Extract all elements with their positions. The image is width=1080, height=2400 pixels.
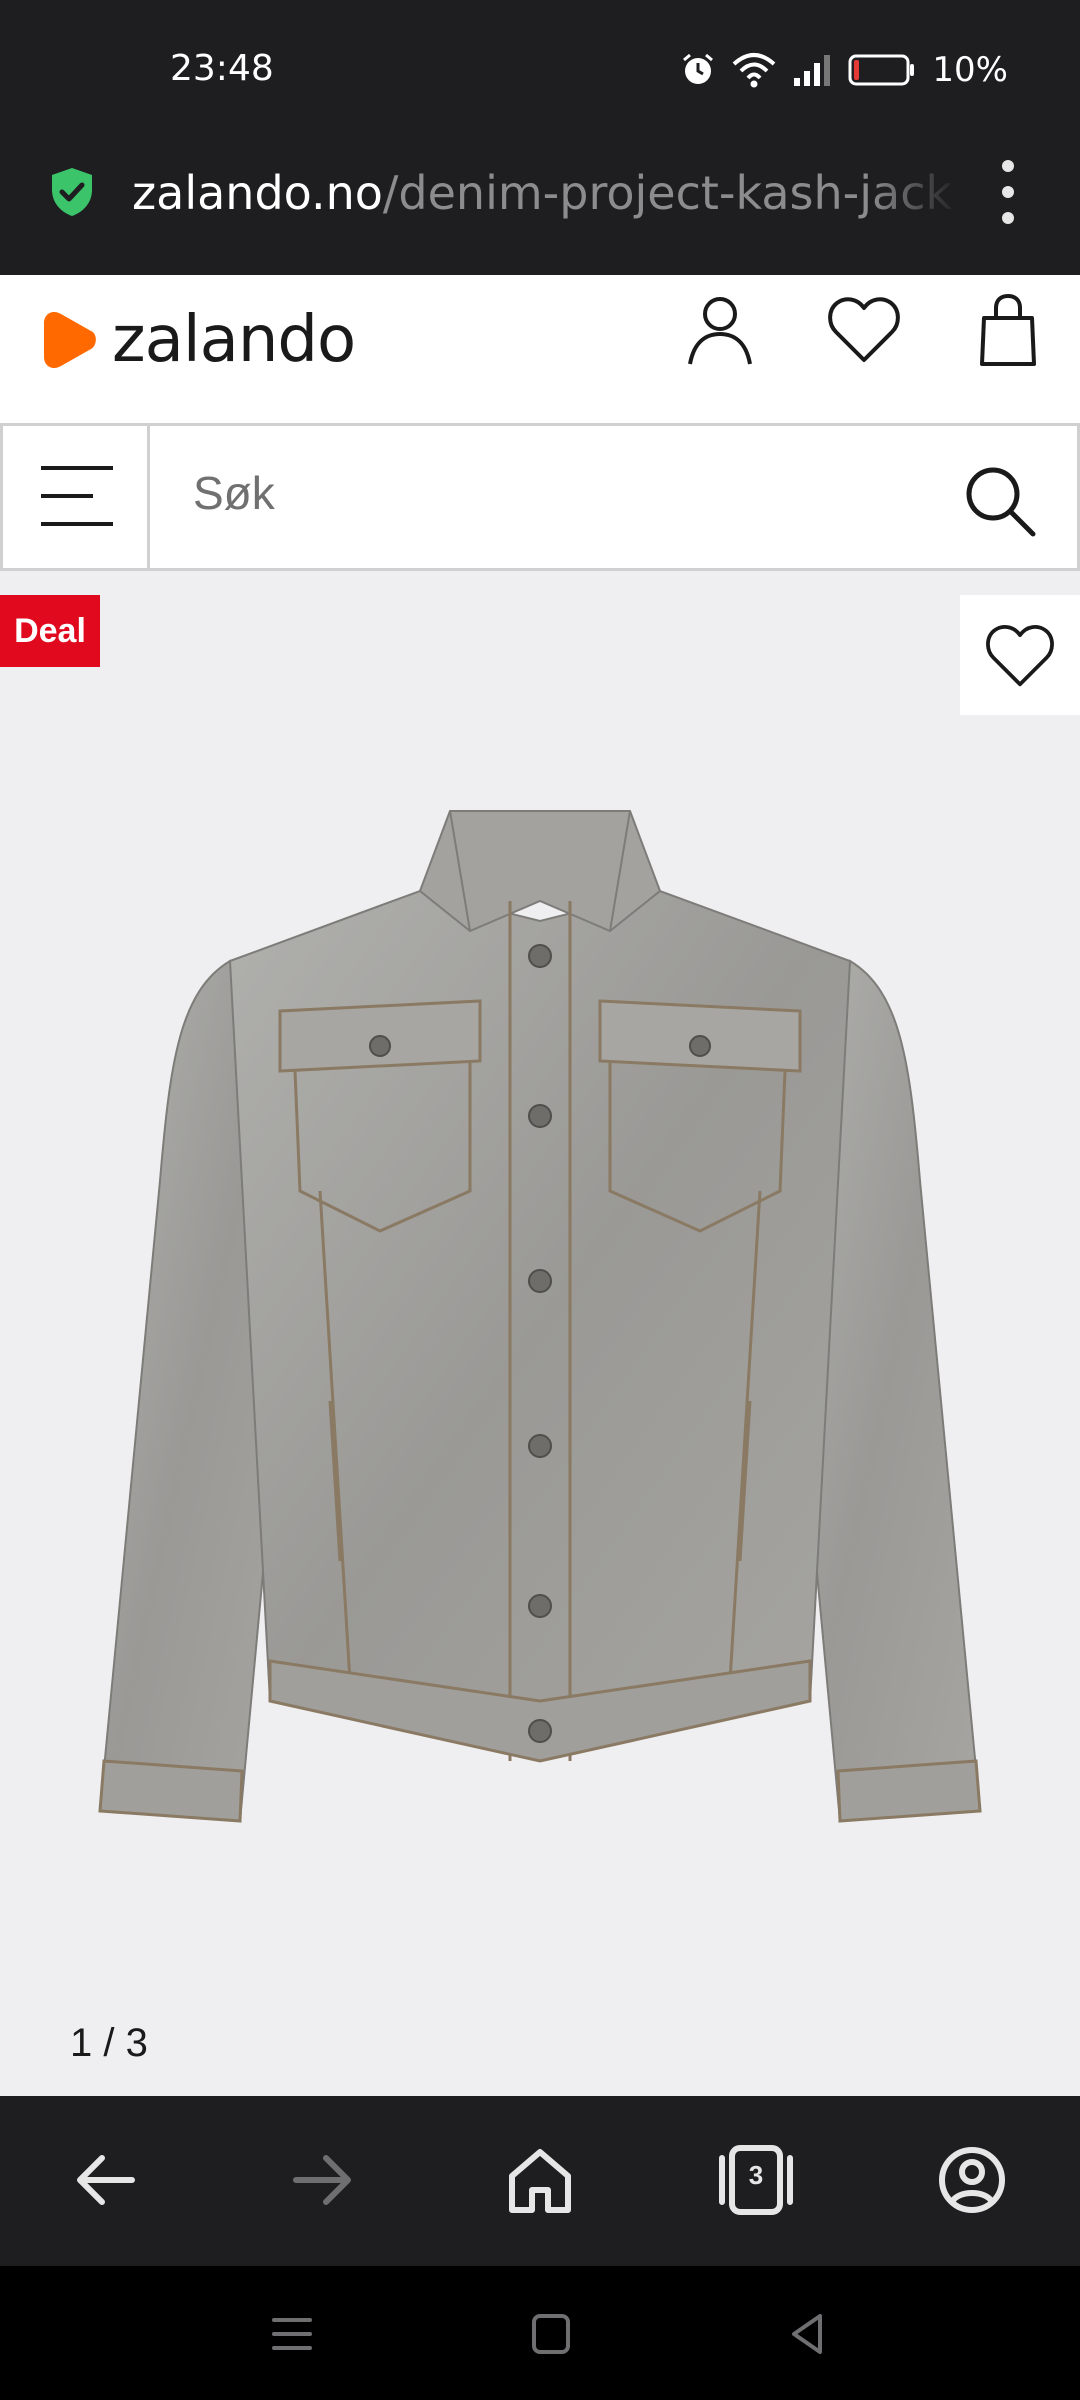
bag-icon[interactable] — [968, 290, 1048, 370]
search-icon[interactable] — [961, 462, 1037, 538]
search-input[interactable]: Søk — [193, 466, 275, 520]
cell-signal-icon — [794, 55, 831, 86]
status-time: 23:48 — [170, 48, 274, 89]
image-counter: 1 / 3 — [70, 2021, 148, 2065]
zalando-logo-icon — [44, 312, 96, 368]
forward-arrow-icon[interactable] — [282, 2140, 362, 2220]
add-to-wishlist-button[interactable] — [960, 595, 1080, 715]
menu-line — [41, 522, 113, 526]
wifi-icon — [733, 53, 776, 88]
secure-shield-icon — [52, 168, 92, 216]
product-image-gallery[interactable]: Deal 1 / 3 — [0, 571, 1080, 2096]
menu-line — [41, 494, 93, 498]
url-field[interactable]: zalando.no/denim-project-kash-jack — [132, 163, 952, 223]
heart-icon — [986, 625, 1054, 687]
back-arrow-icon[interactable] — [66, 2140, 146, 2220]
battery-percent: 10% — [932, 50, 1008, 90]
status-icons: 10% — [680, 48, 1008, 92]
menu-line — [41, 466, 113, 470]
system-back-icon[interactable] — [780, 2306, 836, 2362]
menu-button[interactable] — [3, 426, 150, 568]
tabs-button[interactable]: 3 — [716, 2140, 796, 2220]
profile-icon[interactable] — [932, 2140, 1012, 2220]
battery-icon — [848, 54, 915, 86]
url-path: /denim-project-kash-jack — [382, 166, 952, 220]
deal-badge: Deal — [0, 595, 100, 667]
tabs-count: 3 — [748, 2160, 764, 2190]
status-bar: 23:48 10% — [0, 0, 1080, 135]
url-fade — [870, 150, 960, 240]
search-bar: Søk — [0, 423, 1080, 571]
zalando-logo[interactable]: zalando — [40, 300, 356, 380]
wishlist-icon[interactable] — [824, 290, 904, 370]
product-image — [98, 810, 982, 1823]
system-home-icon[interactable] — [522, 2306, 578, 2362]
url-domain: zalando.no — [132, 166, 383, 220]
home-icon[interactable] — [500, 2140, 580, 2220]
recent-apps-icon[interactable] — [264, 2306, 320, 2362]
browser-menu-icon[interactable] — [990, 160, 1026, 224]
account-icon[interactable] — [680, 290, 760, 370]
alarm-icon — [683, 53, 714, 84]
brand-name: zalando — [112, 303, 356, 377]
